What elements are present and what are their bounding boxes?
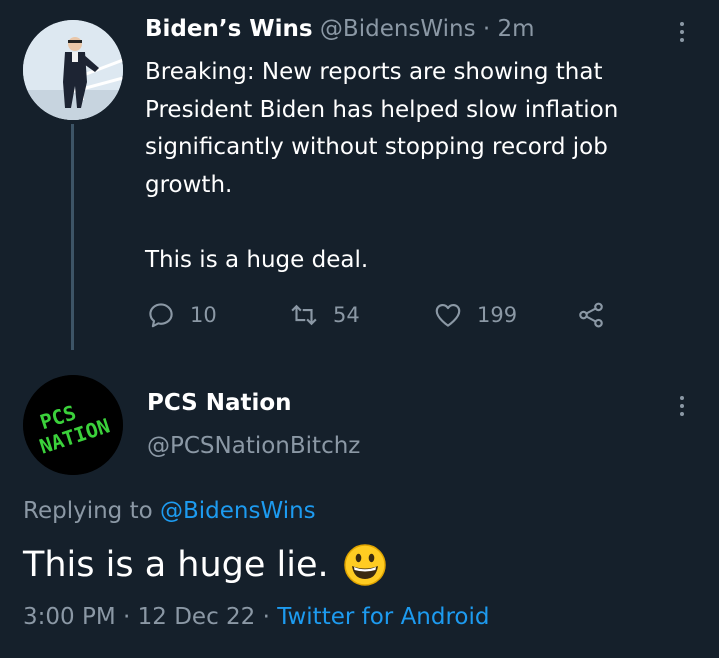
separator: · [482,16,491,42]
tweet-header: Biden’s Wins @BidensWins · 2m [145,16,535,42]
reply-button[interactable]: 10 [146,300,217,330]
like-count: 199 [477,303,518,327]
separator: · [123,604,131,630]
like-button[interactable]: 199 [433,300,517,330]
separator: · [262,604,270,630]
reply-icon [149,303,173,328]
retweet-icon [291,304,317,326]
tweet-text-line: growth. [145,171,233,198]
display-name[interactable]: PCS Nation [147,390,292,416]
avatar[interactable]: PCS NATION [23,375,123,475]
tweet-text-line: significantly without stopping record jo… [145,134,608,160]
thread-line [71,124,74,350]
handle[interactable]: @PCSNationBitchz [147,433,360,459]
tweet-text-line: This is a huge deal. [145,246,369,273]
more-options-icon[interactable] [680,396,688,420]
replying-to: Replying to @BidensWins [23,498,316,524]
replying-handle-link[interactable]: @BidensWins [160,498,316,524]
share-button[interactable] [576,300,606,330]
tweet-meta: 3:00 PM · 12 Dec 22 · Twitter for Androi… [23,604,490,630]
display-name[interactable]: Biden’s Wins [145,16,313,42]
avatar-photo [23,20,123,120]
retweet-button[interactable]: 54 [289,300,360,330]
tweet-text: This is a huge lie. [23,543,387,587]
tweet-date[interactable]: 12 Dec 22 [138,604,256,630]
more-options-icon[interactable] [680,22,688,46]
avatar[interactable] [23,20,123,120]
tweet-text: Breaking: New reports are showing that P… [145,54,685,279]
replying-prefix: Replying to [23,498,153,524]
reply-count: 10 [190,303,217,327]
retweet-count: 54 [333,303,360,327]
share-icon [579,302,603,328]
timestamp[interactable]: 2m [498,16,535,42]
tweet-time[interactable]: 3:00 PM [23,604,116,630]
tweet-text-line: President Biden has helped slow inflatio… [145,96,619,123]
heart-icon [435,303,461,327]
tweet-text-content: This is a huge lie. [23,545,329,585]
tweet-text-line: Breaking: New reports are showing that [145,59,603,85]
tweet-source-link[interactable]: Twitter for Android [277,604,489,630]
avatar-logo: PCS NATION [23,375,123,475]
grinning-face-icon [343,544,386,586]
handle[interactable]: @BidensWins [320,16,476,42]
